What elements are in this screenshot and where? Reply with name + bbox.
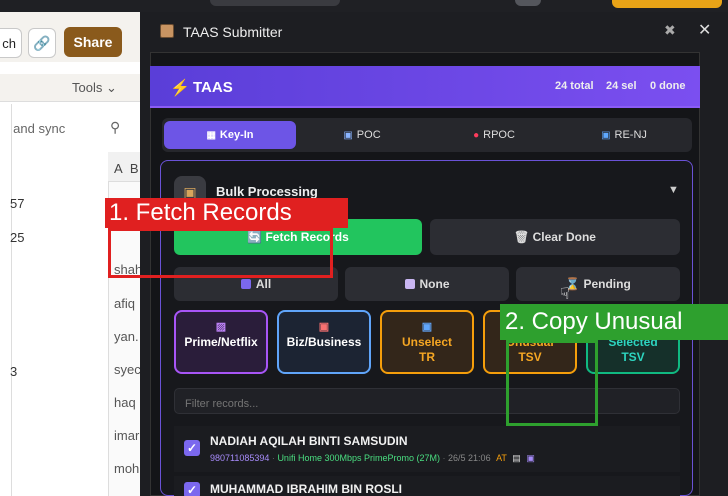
tab-poc[interactable]: ▣ POC <box>296 121 428 149</box>
tools-label: Tools <box>72 80 103 95</box>
tab-label: RE-NJ <box>614 129 647 141</box>
keyboard-icon: ▦ <box>206 130 216 141</box>
header-title: TAAS <box>193 79 233 96</box>
total-count: 24 total <box>555 80 594 92</box>
app-icon <box>160 24 174 38</box>
partial-button[interactable]: ch <box>0 28 22 58</box>
blue-square-icon: ▣ <box>601 130 611 141</box>
briefcase-icon: ▣ <box>318 321 330 333</box>
cell-value[interactable]: moh <box>114 461 139 476</box>
annotation-label-1: 1. Fetch Records <box>105 198 348 228</box>
annotation-label-2: 2. Copy Unusual <box>500 304 728 340</box>
record-date: 26/5 21:06 <box>448 453 491 463</box>
cell-value[interactable]: 3 <box>10 364 17 379</box>
cell-value[interactable]: imar <box>114 428 139 443</box>
column-header-b: B <box>129 161 139 176</box>
column-header-a: A <box>114 161 123 176</box>
separator: · <box>442 453 446 463</box>
tab-label: Key-In <box>219 129 254 141</box>
column-header[interactable]: A B <box>108 152 140 182</box>
record-tag: AT <box>496 453 507 463</box>
select-pending-button[interactable]: ⌛ Pending <box>516 267 680 301</box>
search-icon[interactable]: ⚲ <box>110 119 120 136</box>
screen-icon: ▣ <box>343 130 353 141</box>
clear-label: Clear Done <box>532 230 596 244</box>
collapse-icon[interactable]: ▼ <box>668 184 679 196</box>
grid-column-a <box>12 152 108 496</box>
all-label: All <box>255 277 272 291</box>
done-count: 0 done <box>650 80 686 92</box>
tr-icon: ▣ <box>421 321 433 333</box>
record-row[interactable]: ✓ NADIAH AQILAH BINTI SAMSUDIN 980711085… <box>174 426 680 472</box>
cell-value[interactable]: syec <box>114 362 141 377</box>
tools-menu[interactable]: Tools ⌄ <box>72 80 117 96</box>
tv-icon[interactable]: ▣ <box>526 453 535 463</box>
tab-key-in[interactable]: ▦ Key-In <box>164 121 296 149</box>
button-label: TSV <box>621 350 645 364</box>
record-name: MUHAMMAD IBRAHIM BIN ROSLI <box>210 482 402 496</box>
check-icon <box>240 279 251 289</box>
none-label: None <box>419 277 450 291</box>
tab-label: POC <box>356 129 381 141</box>
annotation-rect-2 <box>506 340 598 426</box>
cell-value[interactable]: afiq <box>114 296 135 311</box>
clear-done-button[interactable]: 🗑 Clear Done <box>430 219 680 255</box>
button-label: Unselect <box>401 335 453 349</box>
button-label: Biz/Business <box>286 335 362 349</box>
hand-cursor-icon: ☟ <box>560 286 570 303</box>
yellow-button <box>612 0 722 8</box>
tab-re-nj[interactable]: ▣ RE-NJ <box>558 121 690 149</box>
section-title: Bulk Processing <box>216 184 318 199</box>
red-dot-icon: ● <box>473 130 480 141</box>
window-title: TAAS Submitter <box>183 24 283 40</box>
trash-icon: 🗑 <box>514 230 530 244</box>
film-icon: ▨ <box>215 321 227 333</box>
record-row[interactable]: ✓ MUHAMMAD IBRAHIM BIN ROSLI <box>174 476 680 496</box>
biz-business-button[interactable]: ▣ Biz/Business <box>277 310 371 374</box>
link-icon[interactable]: 🔗 <box>28 28 56 58</box>
separator: · <box>271 453 275 463</box>
selected-count: 24 sel <box>606 80 637 92</box>
close-icon[interactable]: ✕ <box>698 20 711 40</box>
chevron-down-icon: ⌄ <box>105 80 117 95</box>
record-plan: Unifi Home 300Mbps PrimePromo (27M) <box>277 453 440 463</box>
background-top-bar <box>0 0 728 12</box>
select-none-button[interactable]: None <box>345 267 509 301</box>
tab-rpoc[interactable]: ● RPOC <box>428 121 560 149</box>
tools-row <box>0 74 140 102</box>
pin-icon[interactable]: ✖︎ <box>664 22 676 39</box>
filter-records-input[interactable] <box>174 388 680 414</box>
cell-value[interactable]: 25 <box>10 230 24 245</box>
address-bar <box>210 0 340 6</box>
bolt-icon: ⚡ <box>170 80 190 97</box>
button-label: TR <box>419 350 435 364</box>
annotation-rect-1 <box>108 228 333 278</box>
tab-label: RPOC <box>483 129 515 141</box>
record-name: NADIAH AQILAH BINTI SAMSUDIN <box>210 434 408 448</box>
toolbar-pill <box>515 0 541 6</box>
button-label: Prime/Netflix <box>184 335 258 349</box>
square-icon <box>404 279 415 289</box>
doc-icon[interactable]: ▤ <box>512 453 521 463</box>
prime-netflix-button[interactable]: ▨ Prime/Netflix <box>174 310 268 374</box>
record-checkbox[interactable]: ✓ <box>184 440 200 456</box>
share-button[interactable]: Share <box>64 27 122 57</box>
cell-value[interactable]: haq <box>114 395 136 410</box>
cell-value[interactable]: yan. <box>114 329 139 344</box>
pending-label: Pending <box>583 277 631 291</box>
side-panel <box>0 104 12 496</box>
unselect-tr-button[interactable]: ▣ Unselect TR <box>380 310 474 374</box>
record-id: 980711085394 <box>210 453 270 463</box>
record-checkbox[interactable]: ✓ <box>184 482 200 496</box>
cell-value[interactable]: 57 <box>10 196 24 211</box>
